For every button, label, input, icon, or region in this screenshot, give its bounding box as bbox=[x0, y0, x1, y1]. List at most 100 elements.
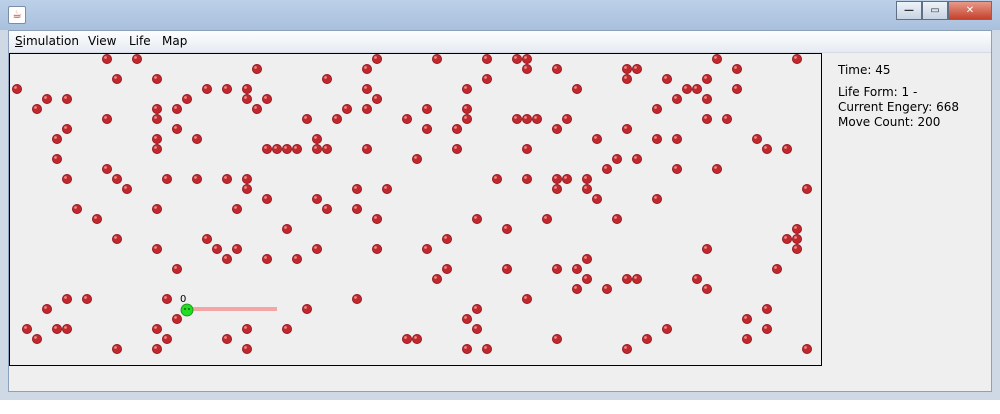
client-area: Simulation View Life Map 0 Time: 45 Life… bbox=[8, 30, 992, 392]
food-item bbox=[602, 283, 613, 294]
food-item bbox=[622, 63, 633, 74]
food-item bbox=[732, 83, 743, 94]
food-item bbox=[92, 213, 103, 224]
food-item bbox=[622, 343, 633, 354]
menu-view[interactable]: View bbox=[88, 34, 116, 48]
food-item bbox=[652, 134, 663, 145]
food-item bbox=[431, 273, 442, 284]
title-bar[interactable]: ☕ — ▭ ✕ bbox=[0, 0, 1000, 30]
food-item bbox=[682, 83, 693, 94]
food-item bbox=[802, 183, 813, 194]
food-item bbox=[702, 283, 713, 294]
food-item bbox=[52, 154, 63, 165]
maximize-button[interactable]: ▭ bbox=[922, 1, 948, 20]
food-item bbox=[471, 323, 482, 334]
food-item bbox=[471, 213, 482, 224]
stats-panel: Time: 45 Life Form: 1 - Current Engery: … bbox=[838, 63, 959, 130]
food-item bbox=[552, 174, 563, 185]
food-item bbox=[251, 104, 262, 115]
food-item bbox=[361, 83, 372, 94]
food-item bbox=[612, 154, 623, 165]
food-item bbox=[742, 313, 753, 324]
food-item bbox=[331, 114, 342, 125]
food-item bbox=[582, 174, 593, 185]
food-item bbox=[712, 54, 723, 64]
food-item bbox=[171, 263, 182, 274]
time-readout: Time: 45 bbox=[838, 63, 891, 77]
life-form-agent[interactable] bbox=[180, 303, 194, 317]
food-item bbox=[171, 104, 182, 115]
food-item bbox=[602, 164, 613, 175]
food-item bbox=[351, 183, 362, 194]
food-item bbox=[381, 183, 392, 194]
food-item bbox=[201, 83, 212, 94]
java-app-icon[interactable]: ☕ bbox=[8, 6, 26, 24]
food-item bbox=[112, 343, 123, 354]
food-item bbox=[161, 333, 172, 344]
food-item bbox=[522, 174, 533, 185]
food-item bbox=[321, 144, 332, 155]
food-item bbox=[62, 323, 73, 334]
minimize-button[interactable]: — bbox=[896, 1, 922, 20]
food-item bbox=[762, 323, 773, 334]
food-item bbox=[321, 73, 332, 84]
food-item bbox=[401, 333, 412, 344]
food-item bbox=[31, 104, 42, 115]
food-item bbox=[132, 54, 143, 64]
food-item bbox=[622, 73, 633, 84]
food-item bbox=[191, 174, 202, 185]
food-item bbox=[762, 144, 773, 155]
food-item bbox=[181, 94, 192, 105]
food-item bbox=[102, 114, 113, 125]
food-item bbox=[542, 213, 553, 224]
food-item bbox=[102, 164, 113, 175]
window-controls: — ▭ ✕ bbox=[896, 1, 992, 20]
food-item bbox=[151, 134, 162, 145]
food-item bbox=[361, 63, 372, 74]
food-item bbox=[241, 183, 252, 194]
food-item bbox=[511, 54, 522, 64]
simulation-map[interactable]: 0 bbox=[9, 53, 822, 366]
food-item bbox=[772, 263, 783, 274]
close-button[interactable]: ✕ bbox=[948, 1, 992, 20]
menu-life[interactable]: Life bbox=[129, 34, 151, 48]
menu-simulation[interactable]: Simulation bbox=[15, 34, 79, 48]
food-item bbox=[102, 54, 113, 64]
food-item bbox=[221, 333, 232, 344]
food-item bbox=[562, 114, 573, 125]
food-item bbox=[461, 104, 472, 115]
food-item bbox=[42, 303, 53, 314]
food-item bbox=[491, 174, 502, 185]
food-item bbox=[481, 54, 492, 64]
food-item bbox=[261, 253, 272, 264]
food-item bbox=[291, 144, 302, 155]
food-item bbox=[411, 154, 422, 165]
food-item bbox=[692, 83, 703, 94]
food-item bbox=[151, 203, 162, 214]
food-item bbox=[702, 114, 713, 125]
food-item bbox=[632, 63, 643, 74]
food-item bbox=[241, 343, 252, 354]
food-item bbox=[161, 293, 172, 304]
food-item bbox=[662, 73, 673, 84]
food-item bbox=[702, 243, 713, 254]
food-item bbox=[501, 263, 512, 274]
food-item bbox=[662, 323, 673, 334]
food-item bbox=[792, 243, 803, 254]
food-item bbox=[251, 63, 262, 74]
food-item bbox=[221, 83, 232, 94]
move-count-readout: Move Count: 200 bbox=[838, 115, 941, 129]
food-item bbox=[151, 73, 162, 84]
food-item bbox=[21, 323, 32, 334]
food-item bbox=[762, 303, 773, 314]
food-item bbox=[221, 174, 232, 185]
food-item bbox=[592, 193, 603, 204]
food-item bbox=[672, 94, 683, 105]
food-item bbox=[702, 94, 713, 105]
menu-map[interactable]: Map bbox=[162, 34, 187, 48]
food-item bbox=[231, 243, 242, 254]
food-item bbox=[171, 124, 182, 135]
food-item bbox=[522, 293, 533, 304]
food-item bbox=[792, 54, 803, 64]
food-item bbox=[191, 134, 202, 145]
